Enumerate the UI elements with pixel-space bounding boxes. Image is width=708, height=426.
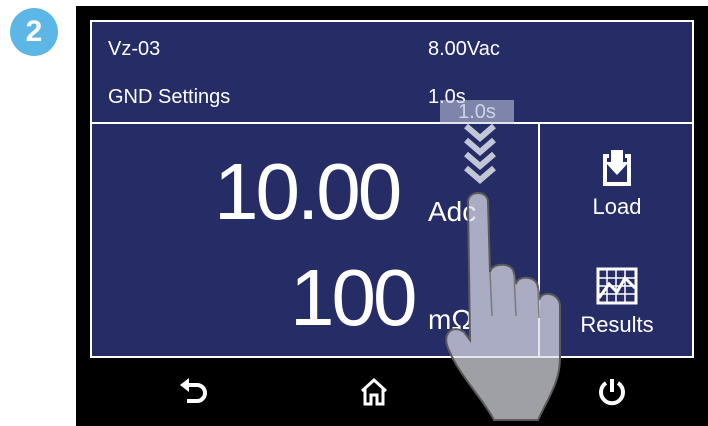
power-button[interactable] — [562, 358, 662, 426]
voltage-value[interactable]: 8.00Vac — [428, 38, 500, 61]
touch-screen: Vz-03 8.00Vac GND Settings 1.0s 10.00 Ad… — [90, 20, 694, 358]
load-button[interactable]: Load — [540, 126, 694, 242]
load-icon — [603, 150, 631, 186]
power-icon — [599, 379, 625, 406]
device-bezel: Vz-03 8.00Vac GND Settings 1.0s 10.00 Ad… — [76, 6, 708, 426]
current-unit: Adc — [428, 196, 477, 227]
home-icon — [360, 377, 388, 406]
results-label: Results — [580, 312, 654, 337]
load-label: Load — [592, 194, 642, 219]
current-reading: 10.00 — [214, 147, 402, 236]
back-arrow-icon — [180, 378, 207, 403]
resistance-unit: mΩ — [428, 304, 473, 335]
back-button[interactable] — [144, 358, 244, 426]
results-button[interactable]: Results — [540, 244, 694, 360]
step-number-badge: 2 — [10, 8, 58, 56]
file-name-label[interactable]: Vz-03 — [108, 38, 160, 61]
home-button[interactable] — [324, 358, 424, 426]
results-chart-icon — [596, 267, 638, 305]
dwell-time-value[interactable]: 1.0s — [428, 86, 466, 109]
resistance-reading: 100 — [290, 253, 417, 342]
header-divider — [92, 122, 692, 124]
gnd-settings-label[interactable]: GND Settings — [108, 86, 230, 109]
